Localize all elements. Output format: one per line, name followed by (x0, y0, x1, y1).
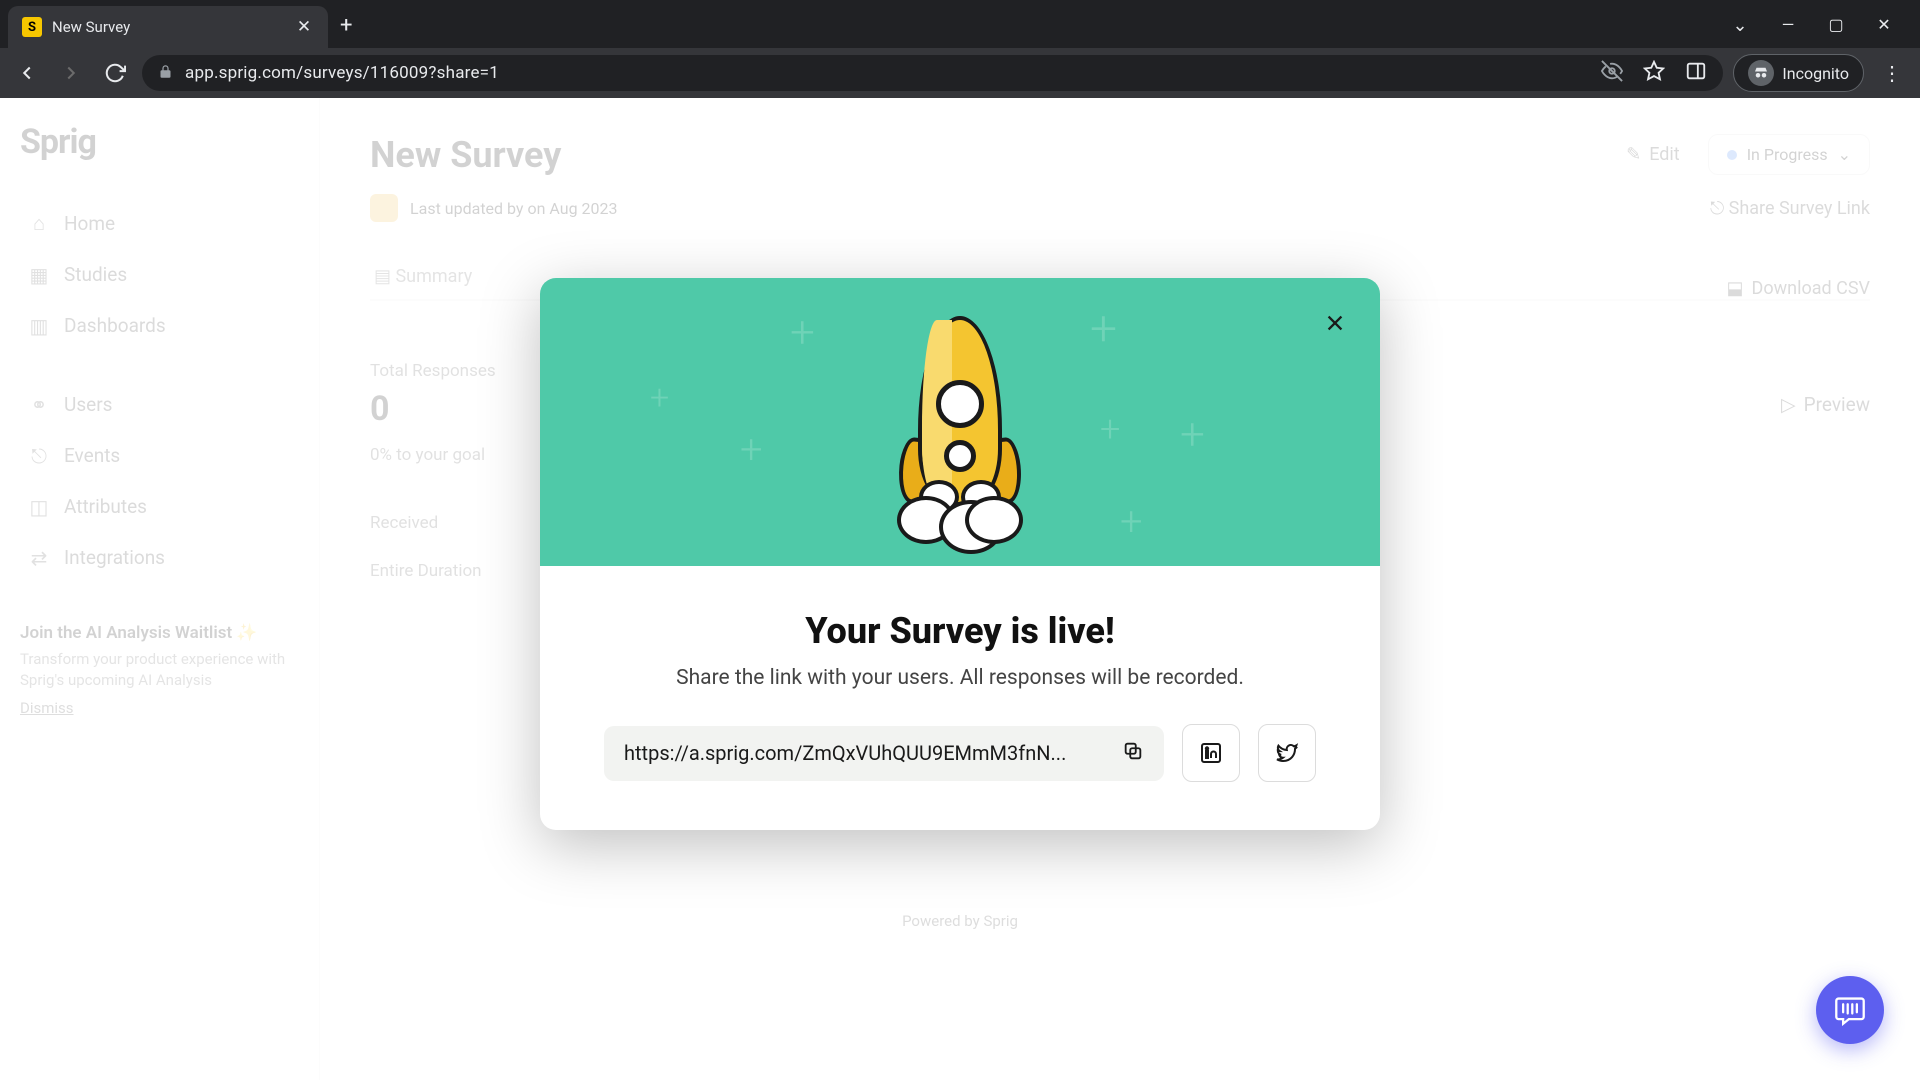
copy-icon (1122, 740, 1144, 767)
browser-tab[interactable]: S New Survey ✕ (8, 6, 328, 48)
linkedin-icon (1199, 741, 1223, 765)
tabs-dropdown-icon[interactable]: ⌄ (1730, 15, 1750, 36)
nav-back-icon[interactable] (10, 56, 44, 90)
modal-hero: + + + + + + + (540, 278, 1380, 566)
sparkle-icon: + (790, 306, 815, 358)
incognito-eye-icon[interactable] (1601, 60, 1623, 87)
window-close-icon[interactable]: ✕ (1874, 15, 1894, 36)
address-bar[interactable]: app.sprig.com/surveys/116009?share=1 (142, 55, 1723, 91)
new-tab-button[interactable]: + (340, 13, 352, 38)
browser-menu-icon[interactable]: ⋮ (1874, 61, 1910, 85)
share-twitter-button[interactable] (1258, 724, 1316, 782)
nav-forward-icon[interactable] (54, 56, 88, 90)
share-url: https://a.sprig.com/ZmQxVUhQUU9EMmM3fnN.… (624, 741, 1108, 765)
window-minimize-icon[interactable]: — (1778, 15, 1798, 36)
toolbar: app.sprig.com/surveys/116009?share=1 Inc… (0, 48, 1920, 98)
sparkle-icon: + (1120, 498, 1143, 545)
sparkle-icon: + (740, 426, 763, 473)
twitter-icon (1275, 741, 1299, 765)
tab-bar: S New Survey ✕ + ⌄ — ▢ ✕ (0, 0, 1920, 48)
close-icon (1324, 312, 1346, 334)
modal-description: Share the link with your users. All resp… (588, 666, 1332, 690)
nav-reload-icon[interactable] (98, 56, 132, 90)
incognito-badge[interactable]: Incognito (1733, 54, 1864, 92)
tab-title: New Survey (52, 18, 284, 36)
modal-title: Your Survey is live! (588, 610, 1332, 652)
intercom-launcher[interactable] (1816, 976, 1884, 1044)
tab-favicon: S (22, 17, 42, 37)
intercom-icon (1834, 994, 1866, 1026)
sparkle-icon: + (1090, 300, 1117, 357)
rocket-illustration (860, 316, 1060, 596)
sparkle-icon: + (1180, 408, 1205, 460)
share-linkedin-button[interactable] (1182, 724, 1240, 782)
incognito-icon (1748, 60, 1774, 86)
side-panel-icon[interactable] (1685, 60, 1707, 87)
survey-live-modal: + + + + + + + (540, 278, 1380, 830)
modal-overlay[interactable]: + + + + + + + (0, 98, 1920, 1080)
sparkle-icon: + (650, 378, 669, 418)
window-maximize-icon[interactable]: ▢ (1826, 15, 1846, 36)
modal-close-button[interactable] (1320, 308, 1350, 338)
url-text: app.sprig.com/surveys/116009?share=1 (185, 63, 499, 83)
bookmark-star-icon[interactable] (1643, 60, 1665, 87)
sparkle-icon: + (1100, 408, 1120, 450)
copy-link-field[interactable]: https://a.sprig.com/ZmQxVUhQUU9EMmM3fnN.… (604, 726, 1164, 781)
window-controls: ⌄ — ▢ ✕ (1730, 15, 1912, 48)
tab-close-icon[interactable]: ✕ (294, 17, 314, 37)
browser-chrome: S New Survey ✕ + ⌄ — ▢ ✕ app.sprig.com/s… (0, 0, 1920, 98)
incognito-label: Incognito (1782, 64, 1849, 83)
lock-icon (158, 64, 173, 83)
app-viewport: Sprig ⌂Home ▦Studies ▥Dashboards ⚭Users … (0, 98, 1920, 1080)
